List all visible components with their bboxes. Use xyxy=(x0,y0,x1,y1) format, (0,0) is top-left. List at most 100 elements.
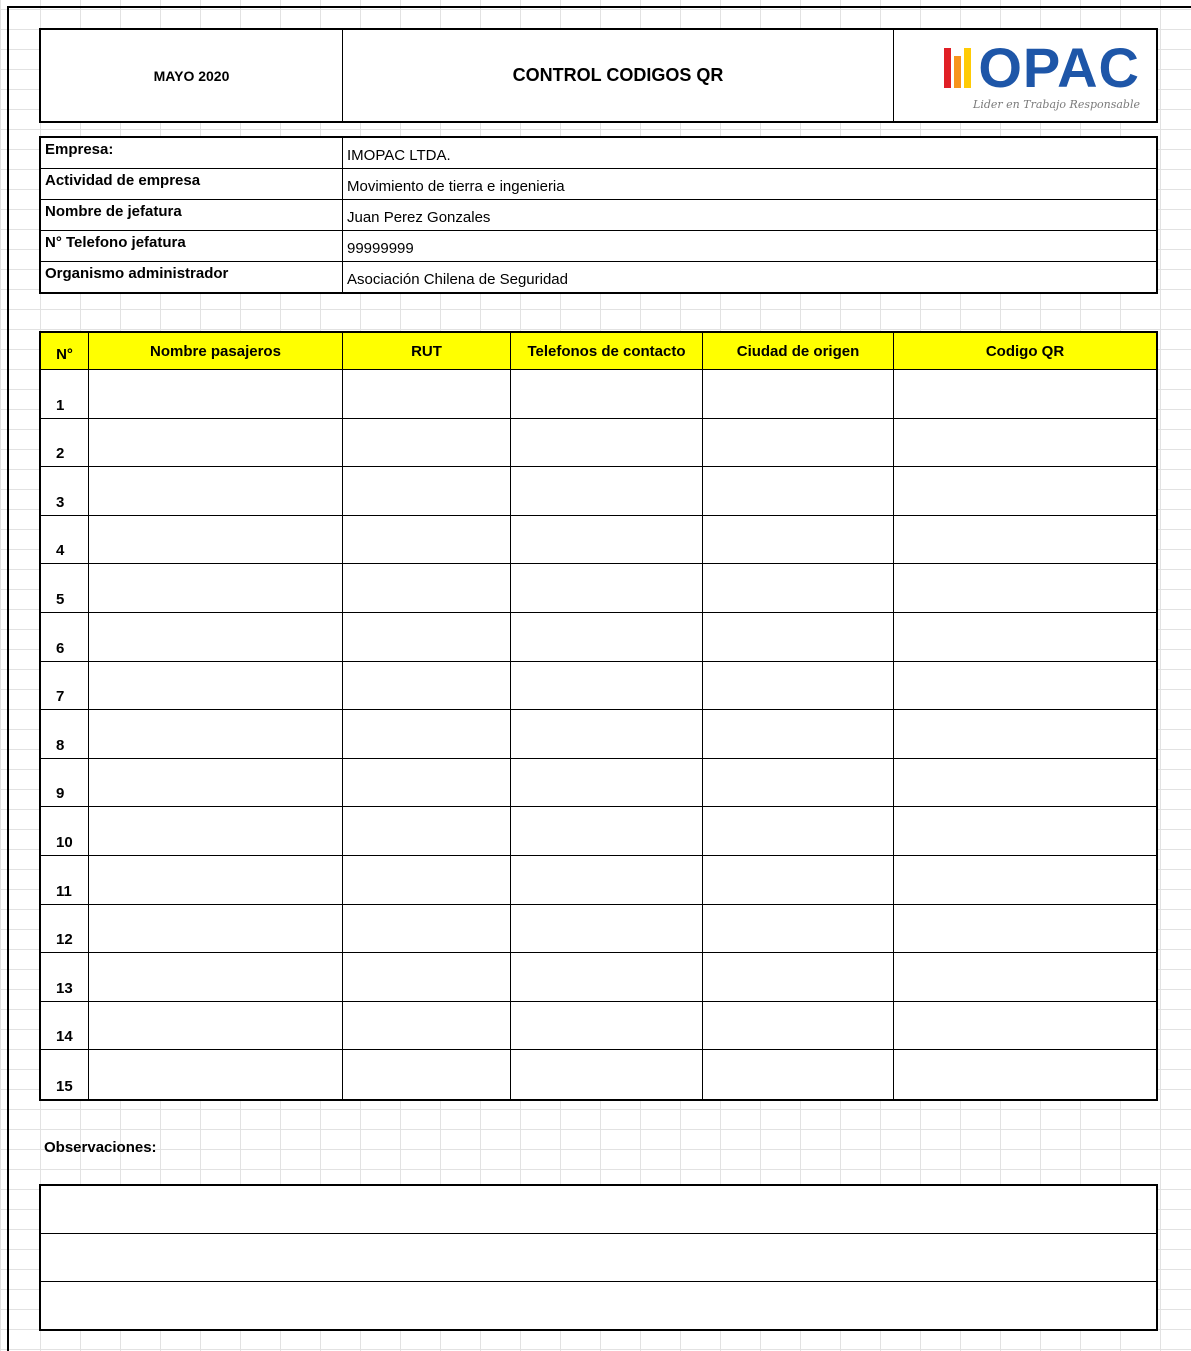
cell-rut[interactable] xyxy=(343,467,511,515)
cell-city[interactable] xyxy=(703,710,894,758)
cell-phone[interactable] xyxy=(511,370,703,418)
form-header: MAYO 2020 CONTROL CODIGOS QR OPAC Lider … xyxy=(39,28,1158,123)
cell-name[interactable] xyxy=(89,1001,343,1050)
cell-rut[interactable] xyxy=(343,661,511,710)
cell-name[interactable] xyxy=(89,953,343,1001)
table-header-row: N° Nombre pasajeros RUT Telefonos de con… xyxy=(41,333,1156,370)
cell-city[interactable] xyxy=(703,661,894,710)
cell-phone[interactable] xyxy=(511,1001,703,1050)
cell-qr[interactable] xyxy=(894,516,1156,564)
cell-city[interactable] xyxy=(703,807,894,855)
row-number: 2 xyxy=(41,418,89,467)
cell-rut[interactable] xyxy=(343,710,511,758)
cell-phone[interactable] xyxy=(511,758,703,807)
cell-name[interactable] xyxy=(89,467,343,515)
cell-rut[interactable] xyxy=(343,564,511,612)
header-date: MAYO 2020 xyxy=(41,30,343,121)
cell-qr[interactable] xyxy=(894,807,1156,855)
cell-qr[interactable] xyxy=(894,564,1156,612)
info-value[interactable]: Asociación Chilena de Seguridad xyxy=(343,262,1156,292)
cell-name[interactable] xyxy=(89,612,343,661)
cell-rut[interactable] xyxy=(343,612,511,661)
cell-phone[interactable] xyxy=(511,661,703,710)
cell-qr[interactable] xyxy=(894,370,1156,418)
cell-phone[interactable] xyxy=(511,612,703,661)
info-value[interactable]: Juan Perez Gonzales xyxy=(343,200,1156,230)
table-row: 4 xyxy=(41,515,1156,565)
column-header-number: N° xyxy=(41,333,89,369)
table-row: 13 xyxy=(41,953,1156,1002)
cell-name[interactable] xyxy=(89,515,343,564)
table-row: 9 xyxy=(41,758,1156,808)
column-header-name: Nombre pasajeros xyxy=(89,333,343,369)
info-value[interactable]: IMOPAC LTDA. xyxy=(343,138,1156,168)
cell-phone[interactable] xyxy=(511,564,703,612)
cell-phone[interactable] xyxy=(511,515,703,564)
cell-rut[interactable] xyxy=(343,515,511,564)
cell-phone[interactable] xyxy=(511,953,703,1001)
cell-name[interactable] xyxy=(89,564,343,612)
cell-city[interactable] xyxy=(703,953,894,1001)
row-number: 8 xyxy=(41,710,89,758)
cell-rut[interactable] xyxy=(343,758,511,807)
cell-qr[interactable] xyxy=(894,467,1156,515)
cell-city[interactable] xyxy=(703,564,894,612)
cell-phone[interactable] xyxy=(511,807,703,855)
observation-line[interactable] xyxy=(41,1186,1156,1234)
cell-rut[interactable] xyxy=(343,1050,511,1099)
cell-name[interactable] xyxy=(89,855,343,904)
cell-city[interactable] xyxy=(703,855,894,904)
cell-qr[interactable] xyxy=(894,613,1156,661)
observation-line[interactable] xyxy=(41,1234,1156,1282)
cell-phone[interactable] xyxy=(511,467,703,515)
cell-phone[interactable] xyxy=(511,1050,703,1099)
cell-qr[interactable] xyxy=(894,1002,1156,1050)
cell-qr[interactable] xyxy=(894,953,1156,1001)
cell-rut[interactable] xyxy=(343,1001,511,1050)
info-value[interactable]: 99999999 xyxy=(343,231,1156,261)
cell-qr[interactable] xyxy=(894,662,1156,710)
cell-city[interactable] xyxy=(703,467,894,515)
cell-city[interactable] xyxy=(703,1001,894,1050)
cell-phone[interactable] xyxy=(511,710,703,758)
observation-line[interactable] xyxy=(41,1282,1156,1330)
table-row: 3 xyxy=(41,467,1156,516)
cell-city[interactable] xyxy=(703,612,894,661)
cell-name[interactable] xyxy=(89,370,343,418)
cell-city[interactable] xyxy=(703,418,894,467)
cell-city[interactable] xyxy=(703,758,894,807)
cell-qr[interactable] xyxy=(894,710,1156,758)
cell-qr[interactable] xyxy=(894,1050,1156,1099)
table-row: 1 xyxy=(41,370,1156,419)
row-number: 1 xyxy=(41,370,89,418)
cell-phone[interactable] xyxy=(511,418,703,467)
info-row: Nombre de jefatura Juan Perez Gonzales xyxy=(41,200,1156,231)
cell-name[interactable] xyxy=(89,807,343,855)
info-value[interactable]: Movimiento de tierra e ingenieria xyxy=(343,169,1156,199)
cell-city[interactable] xyxy=(703,370,894,418)
cell-rut[interactable] xyxy=(343,855,511,904)
cell-qr[interactable] xyxy=(894,856,1156,904)
cell-city[interactable] xyxy=(703,1050,894,1099)
cell-phone[interactable] xyxy=(511,855,703,904)
cell-qr[interactable] xyxy=(894,419,1156,467)
cell-city[interactable] xyxy=(703,904,894,953)
cell-qr[interactable] xyxy=(894,759,1156,807)
cell-rut[interactable] xyxy=(343,370,511,418)
cell-name[interactable] xyxy=(89,904,343,953)
info-label: N° Telefono jefatura xyxy=(41,231,343,261)
cell-name[interactable] xyxy=(89,418,343,467)
cell-rut[interactable] xyxy=(343,904,511,953)
cell-name[interactable] xyxy=(89,710,343,758)
cell-phone[interactable] xyxy=(511,904,703,953)
cell-name[interactable] xyxy=(89,661,343,710)
cell-rut[interactable] xyxy=(343,807,511,855)
cell-rut[interactable] xyxy=(343,953,511,1001)
cell-rut[interactable] xyxy=(343,418,511,467)
cell-name[interactable] xyxy=(89,758,343,807)
cell-name[interactable] xyxy=(89,1050,343,1099)
cell-qr[interactable] xyxy=(894,905,1156,953)
column-header-phone: Telefonos de contacto xyxy=(511,333,703,369)
cell-city[interactable] xyxy=(703,515,894,564)
row-number: 4 xyxy=(41,515,89,564)
